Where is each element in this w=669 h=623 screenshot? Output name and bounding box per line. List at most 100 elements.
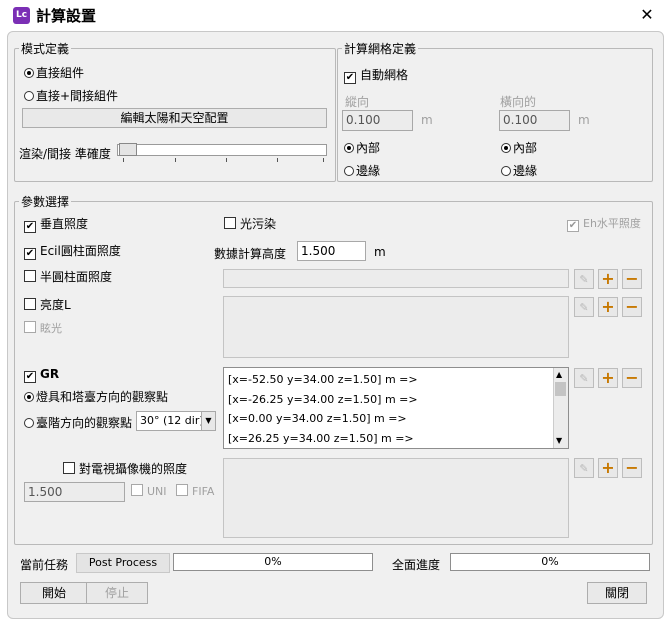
vertical-unit: m [421,113,433,127]
gr-luminaire-dot[interactable] [24,392,34,402]
eh-horizontal-label: Eh水平照度 [583,217,641,230]
vertical-illuminance-label: 垂直照度 [40,217,89,231]
lum-remove-icon[interactable]: − [622,297,642,317]
tv-camera-label: 對電視攝像機的照度 [79,462,188,476]
app-icon: Lc [13,7,30,24]
luminance-label: 亮度L [40,298,71,312]
scroll-up-icon[interactable]: ▲ [556,370,562,379]
sun-sky-button[interactable]: 編輯太陽和天空配置 [22,108,327,128]
tv-camera-list[interactable] [223,458,569,538]
lum-edit-icon[interactable]: ✎ [574,297,594,317]
horizontal-edge-radio[interactable]: 邊緣 [501,162,537,179]
glare-checkbox[interactable]: 眩光 [24,320,62,336]
title-bar: Lc 計算設置 ✕ [0,0,669,30]
fifa-check-icon[interactable] [176,484,188,496]
tv-add-icon[interactable]: + [598,458,618,478]
luminance-check-icon[interactable] [24,298,36,310]
grid-legend: 計算網格定義 [344,42,417,56]
semi-cylindrical-list[interactable] [223,269,569,288]
gr-remove-icon[interactable]: − [622,368,642,388]
gr-step-select[interactable]: 30° (12 dir) ▼ [136,411,216,431]
eh-horizontal-checkbox[interactable]: ✔ Eh水平照度 [567,215,641,232]
auto-grid-check-icon[interactable]: ✔ [344,72,356,84]
radio-dot-direct-indirect[interactable] [24,91,34,101]
tv-camera-checkbox[interactable]: 對電視攝像機的照度 [63,460,187,477]
lum-edit-glyph: ✎ [579,301,589,314]
scroll-down-icon[interactable]: ▼ [556,436,562,445]
horizontal-spacing-input[interactable]: 0.100 [499,110,570,131]
semi-cylindrical-checkbox[interactable]: 半圓柱面照度 [24,268,112,285]
radio-direct-indirect-label: 直接+間接組件 [36,89,119,103]
lum-add-icon[interactable]: + [598,297,618,317]
glare-check-icon[interactable] [24,321,36,333]
horizontal-edge-dot[interactable] [501,166,511,176]
gr-step-dot[interactable] [24,418,34,428]
radio-direct-indirect[interactable]: 直接+間接組件 [24,87,118,104]
mode-legend: 模式定義 [21,42,70,56]
vertical-edge-label: 邊緣 [356,164,381,178]
semi-remove-glyph: − [625,269,639,288]
observer-points-list[interactable]: [x=-52.50 y=34.00 z=1.50] m => [x=-26.25… [223,367,569,449]
close-icon[interactable]: ✕ [636,4,658,26]
tv-remove-icon[interactable]: − [622,458,642,478]
fifa-label: FIFA [192,485,215,498]
eh-horizontal-check-icon[interactable]: ✔ [567,220,579,232]
radio-dot-direct[interactable] [24,68,34,78]
list-item[interactable]: [x=-26.25 y=34.00 z=1.50] m => [228,393,418,406]
chevron-down-icon[interactable]: ▼ [201,412,215,430]
scroll-thumb[interactable] [555,382,566,396]
list-item[interactable]: [x=-52.50 y=34.00 z=1.50] m => [228,373,418,386]
tv-camera-check-icon[interactable] [63,462,75,474]
vertical-edge-dot[interactable] [344,166,354,176]
vertical-spacing-input[interactable]: 0.100 [342,110,413,131]
luminance-list[interactable] [223,296,569,358]
horizontal-inner-dot[interactable] [501,143,511,153]
radio-direct[interactable]: 直接組件 [24,64,84,81]
fifa-checkbox[interactable]: FIFA [176,484,214,498]
horizontal-inner-radio[interactable]: 內部 [501,139,537,156]
list-scrollbar[interactable]: ▲ ▼ [553,368,568,448]
semi-add-icon[interactable]: + [598,269,618,289]
auto-grid-label: 自動網格 [360,68,409,82]
gr-edit-icon[interactable]: ✎ [574,368,594,388]
close-button[interactable]: 關閉 [587,582,647,604]
gr-luminaire-radio[interactable]: 燈具和塔臺方向的觀察點 [24,388,168,405]
gr-add-icon[interactable]: + [598,368,618,388]
gr-add-glyph: + [601,368,615,387]
tv-value-input[interactable]: 1.500 [24,482,125,502]
vertical-inner-radio[interactable]: 內部 [344,139,380,156]
list-item[interactable]: [x=26.25 y=34.00 z=1.50] m => [228,432,414,445]
vertical-inner-dot[interactable] [344,143,354,153]
list-item[interactable]: [x=0.00 y=34.00 z=1.50] m => [228,412,407,425]
calc-height-input[interactable]: 1.500 [297,241,366,261]
semi-add-glyph: + [601,269,615,288]
gr-checkbox[interactable]: ✔ GR [24,367,59,383]
semi-remove-icon[interactable]: − [622,269,642,289]
task-progress-bar: 0% [173,553,373,571]
light-pollution-check-icon[interactable] [224,217,236,229]
vertical-illuminance-check-icon[interactable]: ✔ [24,221,36,233]
gr-check-icon[interactable]: ✔ [24,371,36,383]
lum-remove-glyph: − [625,297,639,316]
gr-edit-glyph: ✎ [579,372,589,385]
slider-tick [175,158,176,162]
gr-step-radio[interactable]: 臺階方向的觀察點 [24,414,132,431]
start-button[interactable]: 開始 [20,582,88,604]
luminance-checkbox[interactable]: 亮度L [24,296,71,313]
accuracy-slider-thumb[interactable] [119,143,137,156]
uni-check-icon[interactable] [131,484,143,496]
uni-checkbox[interactable]: UNI [131,484,167,498]
gr-label: GR [40,367,60,381]
semi-cylindrical-check-icon[interactable] [24,270,36,282]
semi-edit-icon[interactable]: ✎ [574,269,594,289]
vertical-edge-radio[interactable]: 邊緣 [344,162,380,179]
slider-tick [123,158,124,162]
auto-grid-checkbox[interactable]: ✔ 自動網格 [344,66,408,84]
accuracy-slider[interactable] [117,144,327,156]
ecil-checkbox[interactable]: ✔ Ecil圓柱面照度 [24,242,121,260]
tv-edit-icon[interactable]: ✎ [574,458,594,478]
ecil-check-icon[interactable]: ✔ [24,248,36,260]
vertical-illuminance-checkbox[interactable]: ✔ 垂直照度 [24,215,88,233]
stop-button[interactable]: 停止 [86,582,148,604]
light-pollution-checkbox[interactable]: 光污染 [224,215,276,232]
